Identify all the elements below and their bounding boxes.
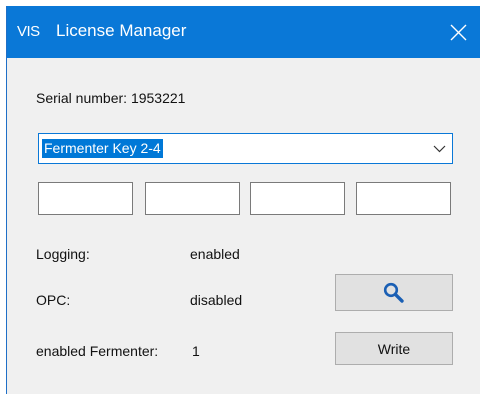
search-icon [383, 282, 404, 303]
logging-label: Logging: [36, 246, 90, 262]
key-field-4[interactable] [356, 182, 451, 215]
close-icon [450, 24, 466, 40]
write-button[interactable]: Write [335, 332, 453, 365]
key-select-value: Fermenter Key 2-4 [42, 139, 163, 158]
enabled-fermenter-value: 1 [192, 343, 200, 359]
logging-value: enabled [190, 246, 240, 262]
license-manager-window: VIS License Manager Serial number: 19532… [6, 6, 480, 394]
window-title: License Manager [56, 21, 187, 40]
serial-number-label: Serial number: [36, 90, 128, 106]
opc-value: disabled [190, 292, 243, 308]
app-icon: VIS [17, 23, 40, 40]
key-field-3[interactable] [250, 182, 345, 215]
key-select-dropdown[interactable]: Fermenter Key 2-4 [38, 133, 453, 164]
key-field-2[interactable] [145, 182, 240, 215]
search-button[interactable] [335, 274, 453, 311]
opc-label: OPC: [36, 292, 71, 308]
key-field-1[interactable] [38, 182, 133, 215]
enabled-fermenter-label: enabled Fermenter: [36, 343, 159, 359]
serial-number: Serial number: 1953221 [36, 90, 185, 106]
close-button[interactable] [435, 6, 480, 58]
chevron-down-icon [433, 145, 446, 153]
title-bar[interactable]: VIS License Manager [7, 6, 480, 58]
serial-number-value: 1953221 [130, 90, 186, 106]
